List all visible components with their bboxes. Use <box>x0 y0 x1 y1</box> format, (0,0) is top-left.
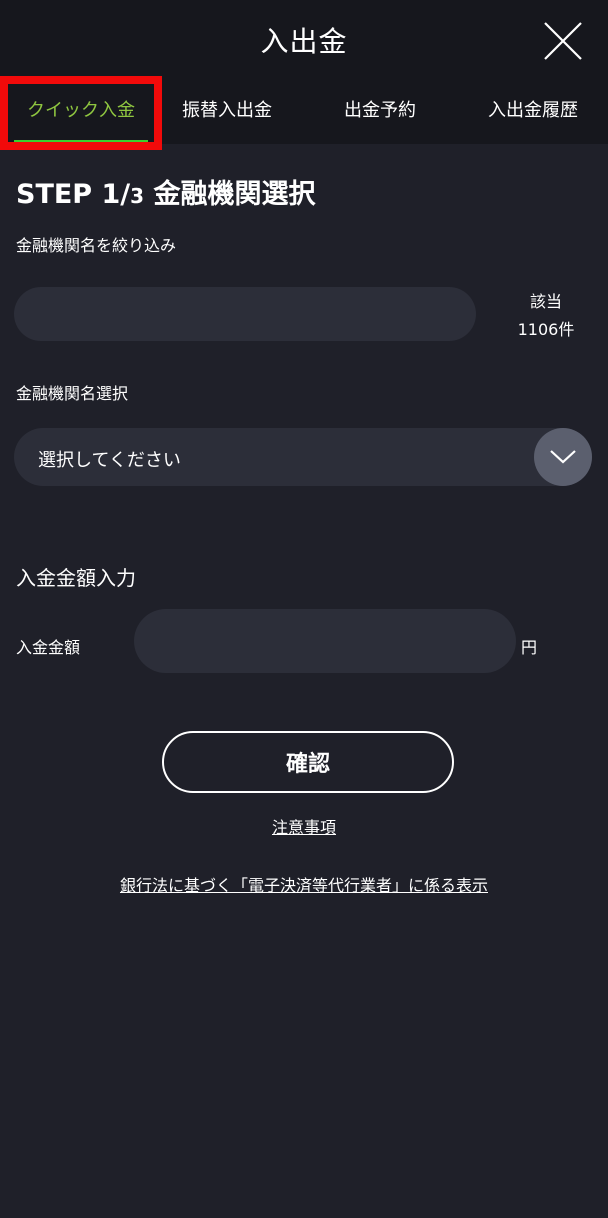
bank-select-value: 選択してください <box>38 450 181 471</box>
bank-select-label: 金融機関名選択 <box>16 384 129 403</box>
page-title: 入出金 <box>260 25 348 58</box>
tab-transfer[interactable]: 振替入出金 <box>162 80 292 144</box>
amount-label: 入金金額 <box>16 638 81 657</box>
dropdown-toggle[interactable] <box>534 428 592 486</box>
chevron-down-icon <box>550 450 576 464</box>
header-bar: 入出金 <box>0 0 608 80</box>
close-icon[interactable] <box>540 18 586 64</box>
amount-section-title: 入金金額入力 <box>16 566 136 590</box>
amount-input[interactable] <box>134 609 516 673</box>
confirm-button[interactable]: 確認 <box>162 731 454 793</box>
tab-history[interactable]: 入出金履歴 <box>470 80 596 144</box>
tab-withdrawal-reservation[interactable]: 出金予約 <box>314 80 446 144</box>
match-count-label: 該当 <box>529 292 562 311</box>
bank-filter-input[interactable] <box>14 287 476 341</box>
notes-link[interactable]: 注意事項 <box>0 814 608 838</box>
amount-unit: 円 <box>521 638 538 657</box>
highlight-annotation <box>0 76 162 150</box>
step-title: STEP 1/3 金融機関選択 <box>16 172 315 211</box>
step-name: 金融機関選択 <box>153 179 316 210</box>
step-total: 3 <box>130 184 145 208</box>
filter-label: 金融機関名を絞り込み <box>16 236 177 255</box>
match-count: 該当 1106件 <box>500 288 592 344</box>
bank-select-dropdown[interactable]: 選択してください <box>14 428 592 486</box>
disclosure-link[interactable]: 銀行法に基づく「電子決済等代行業者」に係る表示 <box>0 872 608 896</box>
step-prefix: STEP 1/ <box>16 179 131 210</box>
close-button[interactable] <box>540 18 586 64</box>
match-count-value: 1106件 <box>517 320 575 339</box>
